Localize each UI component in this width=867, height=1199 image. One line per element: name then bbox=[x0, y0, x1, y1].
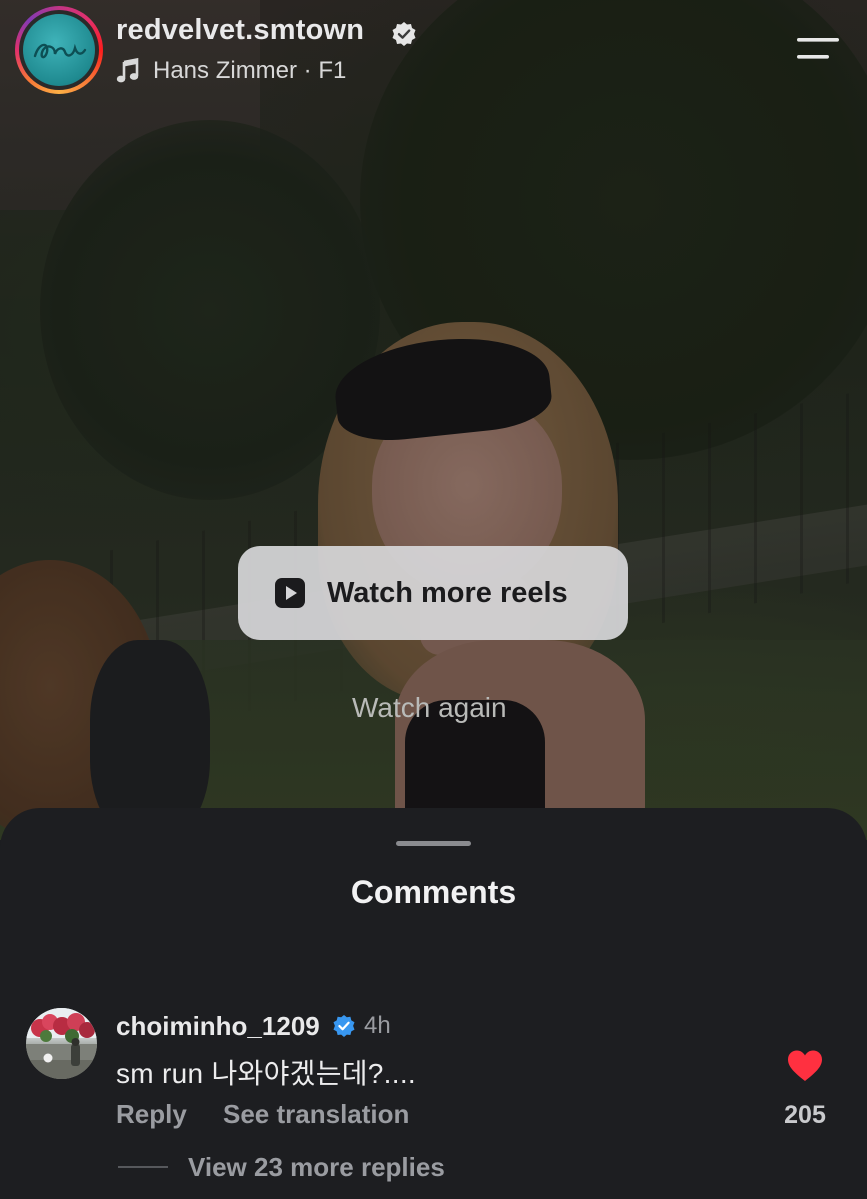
verified-badge-icon bbox=[333, 1015, 355, 1037]
avatar-logo bbox=[23, 14, 95, 86]
see-translation-button[interactable]: See translation bbox=[223, 1099, 409, 1130]
sheet-drag-handle[interactable] bbox=[396, 841, 471, 846]
audio-track-label[interactable]: Hans Zimmer · F1 bbox=[153, 57, 346, 85]
reel-screen: redvelvet.smtown Hans Zimmer · F1 Watch … bbox=[0, 0, 867, 1199]
comments-sheet: Comments choiminho_1209 4h sm run 나와야겠는데… bbox=[0, 808, 867, 1199]
watch-more-reels-button[interactable]: Watch more reels bbox=[238, 546, 628, 640]
reply-button[interactable]: Reply bbox=[116, 1099, 187, 1130]
avatar-photo bbox=[26, 1008, 97, 1079]
watch-more-reels-label: Watch more reels bbox=[327, 576, 568, 609]
replies-divider bbox=[118, 1166, 168, 1168]
menu-icon[interactable] bbox=[795, 36, 841, 62]
heart-icon[interactable] bbox=[787, 1049, 823, 1083]
view-more-replies-button[interactable]: View 23 more replies bbox=[188, 1152, 445, 1183]
commenter-avatar[interactable] bbox=[26, 1008, 97, 1079]
music-note-icon bbox=[116, 58, 139, 83]
verified-badge-icon bbox=[392, 22, 416, 46]
comment-timestamp: 4h bbox=[364, 1012, 391, 1039]
comment-text: sm run 나와야겠는데?.... bbox=[116, 1058, 417, 1089]
comments-title: Comments bbox=[350, 874, 517, 910]
avatar-border bbox=[19, 10, 99, 90]
watch-again-button[interactable]: Watch again bbox=[352, 692, 507, 724]
play-icon bbox=[275, 578, 305, 608]
account-avatar[interactable] bbox=[15, 6, 103, 94]
signature-logo-icon bbox=[33, 43, 87, 59]
account-username[interactable]: redvelvet.smtown bbox=[116, 14, 364, 47]
commenter-username[interactable]: choiminho_1209 bbox=[116, 1011, 320, 1042]
like-count: 205 bbox=[784, 1101, 826, 1129]
